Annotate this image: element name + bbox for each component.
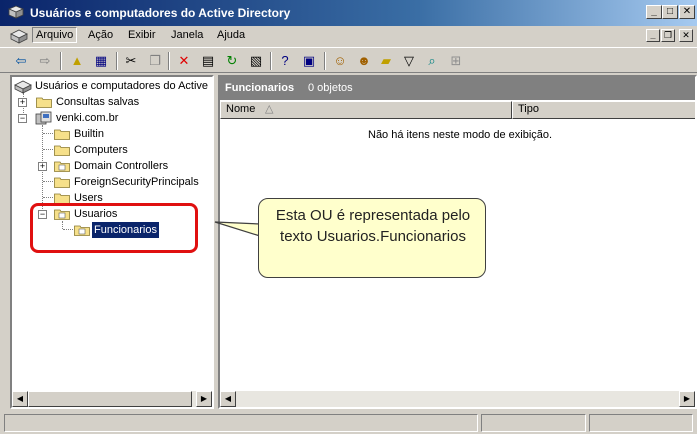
annotation-line-2: texto Usuarios.Funcionarios	[280, 228, 466, 245]
annotation-callout: Esta OU é representada pelo texto Usuari…	[258, 198, 486, 278]
annotation-line-1: Esta OU é representada pelo	[275, 207, 471, 224]
